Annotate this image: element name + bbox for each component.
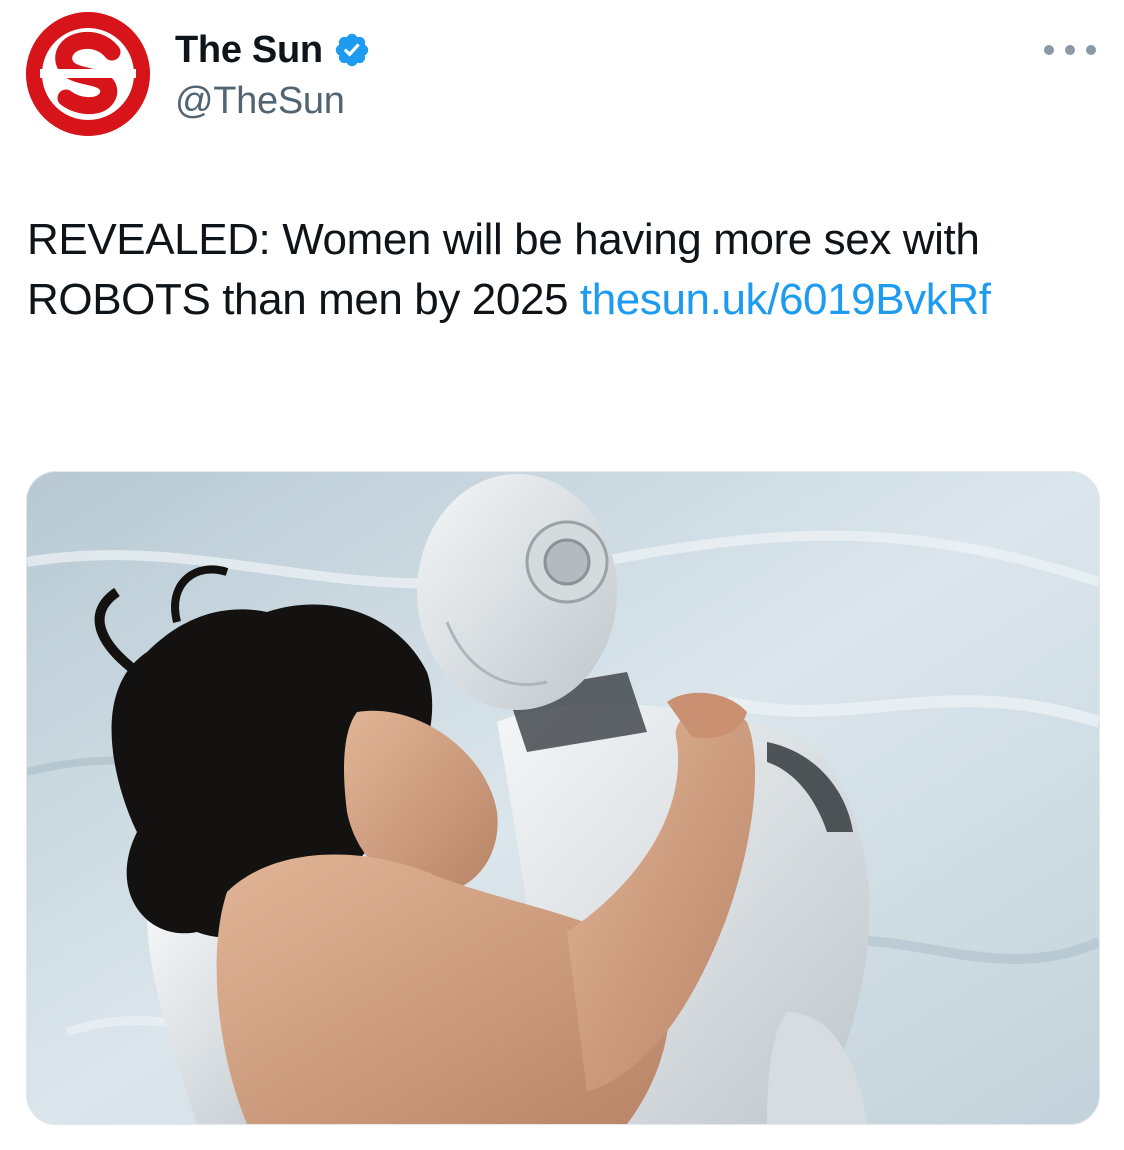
display-name[interactable]: The Sun [175, 29, 323, 72]
dot [1065, 45, 1075, 55]
display-name-row: The Sun [175, 26, 371, 74]
more-options-icon[interactable] [1044, 36, 1096, 64]
account-handle[interactable]: @TheSun [175, 80, 371, 123]
dot [1086, 45, 1096, 55]
the-sun-logo-icon [26, 12, 150, 136]
tweet-media-photo[interactable] [26, 471, 1100, 1125]
tweet-card: The Sun @TheSun REVEALED: Women will be … [0, 0, 1124, 1150]
verified-badge-icon [333, 31, 371, 69]
dot [1044, 45, 1054, 55]
account-names: The Sun @TheSun [175, 26, 371, 123]
tweet-link-part1: thesun.uk/ [579, 275, 779, 324]
tweet-link[interactable]: thesun.uk/6019BvkRf [580, 275, 991, 324]
photo-illustration [27, 472, 1099, 1124]
tweet-link-part2: 6019BvkRf [778, 275, 991, 324]
profile-avatar[interactable] [26, 12, 150, 136]
tweet-text: REVEALED: Women will be having more sex … [27, 210, 1087, 330]
